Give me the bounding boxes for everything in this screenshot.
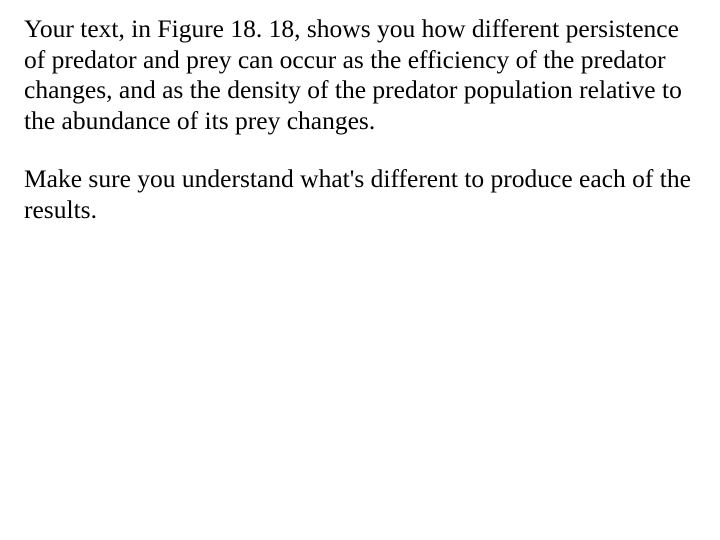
paragraph-1: Your text, in Figure 18. 18, shows you h… (24, 14, 706, 136)
document-body: Your text, in Figure 18. 18, shows you h… (0, 0, 720, 226)
paragraph-2: Make sure you understand what's differen… (24, 164, 706, 225)
